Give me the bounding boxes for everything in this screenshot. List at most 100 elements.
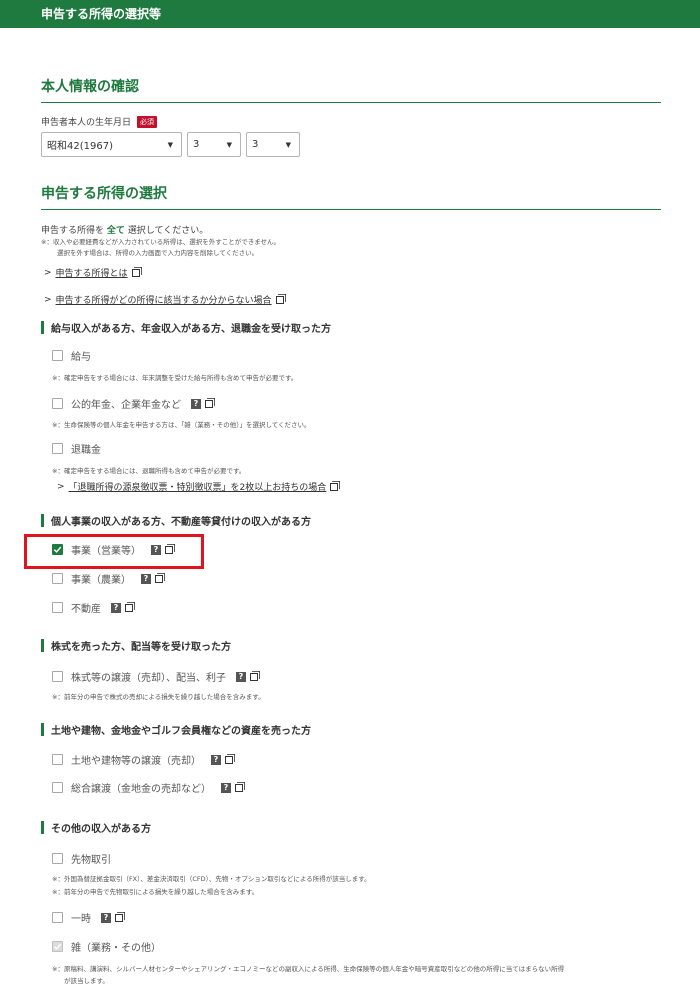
month-select[interactable]: 3 ▼ <box>187 132 241 157</box>
help-icon[interactable]: ? <box>101 912 111 923</box>
help-icon[interactable]: ? <box>236 671 246 682</box>
checkbox-label-retirement: 退職金 <box>71 445 101 456</box>
era-year-value: 昭和42(1967) <box>47 141 113 152</box>
checkbox-row-retirement[interactable]: 退職金 <box>52 441 101 456</box>
required-badge: 必須 <box>137 115 158 128</box>
intro-prefix: 申告する所得を <box>41 226 105 236</box>
external-window-icon <box>250 672 258 681</box>
checkbox-business-checked[interactable] <box>52 544 63 555</box>
checkbox-row-realestate[interactable]: 不動産 ? <box>52 600 133 615</box>
month-value: 3 <box>193 139 200 150</box>
chevron-down-icon: ▼ <box>285 140 291 149</box>
heading-accent-bar <box>41 639 44 652</box>
page-header: 申告する所得の選択等 <box>0 0 700 28</box>
checkbox-misc-disabled-checked <box>52 941 63 952</box>
checkbox-row-temporary[interactable]: 一時 ? <box>52 910 123 925</box>
checkbox-row-misc: 雑（業務・その他） <box>52 939 161 954</box>
help-icon[interactable]: ? <box>141 573 151 584</box>
checkbox-futures[interactable] <box>52 853 63 864</box>
chevron-right-icon: > <box>44 267 52 278</box>
checkbox-row-futures[interactable]: 先物取引 <box>52 851 111 866</box>
income-intro: 申告する所得を 全て 選択してください。 <box>41 223 208 236</box>
checkbox-realestate[interactable] <box>52 602 63 613</box>
help-icon[interactable]: ? <box>151 544 161 555</box>
category-heading-assets-text: 土地や建物、金地金やゴルフ会員権などの資産を売った方 <box>51 726 311 737</box>
external-window-icon <box>125 603 133 612</box>
chevron-right-icon: > <box>44 294 52 305</box>
day-value: 3 <box>252 139 259 150</box>
checkmark-icon <box>53 546 62 553</box>
help-icon[interactable]: ? <box>221 782 231 793</box>
chevron-down-icon: ▼ <box>167 140 173 149</box>
checkbox-temporary[interactable] <box>52 912 63 923</box>
external-window-icon <box>165 545 173 554</box>
page-header-title: 申告する所得の選択等 <box>41 7 162 21</box>
note-misc-2: が該当します。 <box>64 977 109 985</box>
heading-accent-bar <box>41 723 44 736</box>
heading-accent-bar <box>41 321 44 334</box>
checkbox-row-general-transfer[interactable]: 総合譲渡（金地金の売却など） ? <box>52 780 243 795</box>
chevron-down-icon: ▼ <box>226 140 232 149</box>
checkbox-label-temporary: 一時 <box>71 914 91 925</box>
checkbox-land[interactable] <box>52 754 63 765</box>
checkbox-salary[interactable] <box>52 350 63 361</box>
era-year-select[interactable]: 昭和42(1967) ▼ <box>41 132 182 157</box>
help-icon[interactable]: ? <box>111 602 121 613</box>
section-title-personal-text: 本人情報の確認 <box>41 79 139 95</box>
chevron-right-icon: > <box>57 481 65 492</box>
external-window-icon <box>225 755 233 764</box>
checkbox-label-general-transfer: 総合譲渡（金地金の売却など） <box>71 784 211 795</box>
category-heading-salary: 給与収入がある方、年金収入がある方、退職金を受け取った方 <box>41 320 331 335</box>
checkbox-label-land: 土地や建物等の譲渡（売却） <box>71 756 201 767</box>
external-window-icon <box>330 482 339 491</box>
external-window-icon <box>235 783 243 792</box>
checkbox-label-realestate: 不動産 <box>71 604 101 615</box>
external-window-icon <box>131 268 140 277</box>
checkbox-row-farming[interactable]: 事業（農業） ? <box>52 571 163 586</box>
category-heading-stocks: 株式を売った方、配当等を受け取った方 <box>41 638 231 653</box>
help-icon[interactable]: ? <box>211 754 221 765</box>
external-window-icon <box>205 399 213 408</box>
category-heading-other-text: その他の収入がある方 <box>51 824 151 835</box>
checkbox-row-land[interactable]: 土地や建物等の譲渡（売却） ? <box>52 752 233 767</box>
section-title-income: 申告する所得の選択 <box>41 183 661 210</box>
checkbox-farming[interactable] <box>52 573 63 584</box>
category-heading-other: その他の収入がある方 <box>41 820 151 835</box>
link-unknown-income[interactable]: > 申告する所得がどの所得に該当するか分からない場合 <box>44 293 284 306</box>
checkbox-retirement[interactable] <box>52 443 63 454</box>
external-window-icon <box>115 913 123 922</box>
checkbox-row-stocks[interactable]: 株式等の譲渡（売却）、配当、利子 ? <box>52 669 258 684</box>
section-title-personal: 本人情報の確認 <box>41 76 661 103</box>
section-title-income-text: 申告する所得の選択 <box>41 186 167 202</box>
checkmark-icon <box>53 943 62 950</box>
intro-suffix: 選択してください。 <box>127 226 209 236</box>
checkbox-row-pension[interactable]: 公的年金、企業年金など ? <box>52 396 213 411</box>
category-heading-assets: 土地や建物、金地金やゴルフ会員権などの資産を売った方 <box>41 722 311 737</box>
checkbox-pension[interactable] <box>52 398 63 409</box>
birthdate-label-row: 申告者本人の生年月日 必須 <box>41 115 158 128</box>
intro-highlight: 全て <box>106 226 125 236</box>
note-futures-1: ※：外国為替証拠金取引（FX）、差金決済取引（CFD）、先物・オプション取引など… <box>52 875 371 883</box>
link-about-income[interactable]: > 申告する所得とは <box>44 266 140 279</box>
birthdate-label: 申告者本人の生年月日 <box>41 118 132 128</box>
external-window-icon <box>275 295 284 304</box>
note-stocks: ※：前年分の申告で株式の売却による損失を繰り越した場合を含みます。 <box>52 693 265 701</box>
checkbox-general-transfer[interactable] <box>52 782 63 793</box>
checkbox-label-pension: 公的年金、企業年金など <box>71 400 181 411</box>
category-heading-business: 個人事業の収入がある方、不動産等貸付けの収入がある方 <box>41 513 311 528</box>
checkbox-label-business: 事業（営業等） <box>71 546 141 557</box>
birthdate-selects: 昭和42(1967) ▼ 3 ▼ 3 ▼ <box>41 132 300 157</box>
checkbox-stocks[interactable] <box>52 671 63 682</box>
checkbox-row-salary[interactable]: 給与 <box>52 348 91 363</box>
checkbox-row-business[interactable]: 事業（営業等） ? <box>52 542 173 557</box>
note-salary: ※：確定申告をする場合には、年末調整を受けた給与所得も含めて申告が必要です。 <box>52 374 298 382</box>
link-retirement-multiple[interactable]: > 「退職所得の源泉徴収票・特別徴収票」を2枚以上お持ちの場合 <box>57 480 339 493</box>
help-icon[interactable]: ? <box>191 398 201 409</box>
income-note-2: 選択を外す場合は、所得の入力画面で入力内容を削除してください。 <box>57 249 259 257</box>
checkbox-label-farming: 事業（農業） <box>71 575 131 586</box>
category-heading-business-text: 個人事業の収入がある方、不動産等貸付けの収入がある方 <box>51 517 311 528</box>
day-select[interactable]: 3 ▼ <box>246 132 300 157</box>
heading-accent-bar <box>41 821 44 834</box>
link-unknown-income-text: 申告する所得がどの所得に該当するか分からない場合 <box>55 296 272 306</box>
checkbox-label-misc: 雑（業務・その他） <box>71 943 161 954</box>
